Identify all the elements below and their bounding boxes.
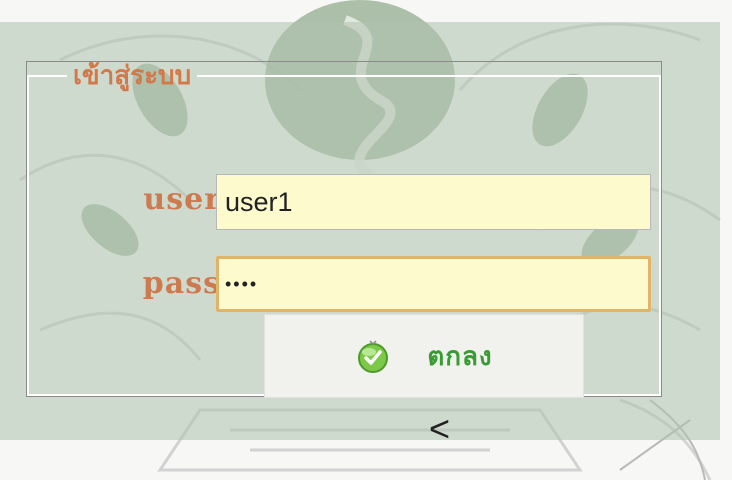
user-input[interactable]: [216, 174, 651, 230]
chevron-left-glyph: <: [429, 408, 451, 449]
pass-label: pass: [142, 266, 221, 301]
user-label: user: [143, 182, 221, 217]
login-panel: เข้าสู่ระบบ user pass ตกลง <: [0, 22, 720, 449]
pass-input[interactable]: [216, 256, 651, 312]
login-fieldset: เข้าสู่ระบบ user pass ตกลง <: [26, 61, 662, 449]
submit-button[interactable]: ตกลง: [264, 314, 584, 398]
green-check-icon: [355, 338, 391, 374]
submit-label: ตกลง: [427, 341, 493, 372]
login-legend: เข้าสู่ระบบ: [73, 61, 192, 91]
